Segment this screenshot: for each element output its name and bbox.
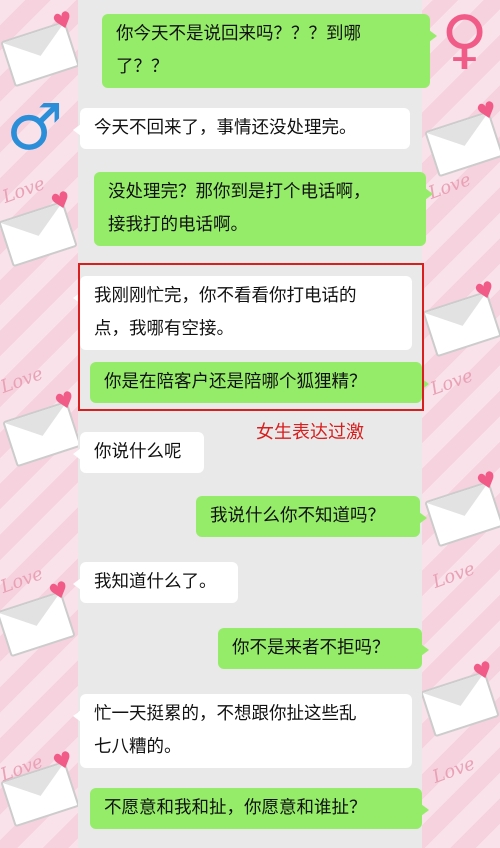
chat-message: 你不是来者不拒吗？ — [218, 628, 429, 669]
female-symbol-icon: ♀ — [441, 3, 488, 77]
chat-message: 我知道什么了。 — [73, 562, 238, 603]
annotation-text: 女生表达过激 — [256, 422, 364, 443]
chat-message: 我说什么你不知道吗？ — [196, 496, 427, 537]
envelope-icon — [0, 590, 76, 658]
envelope-icon — [424, 480, 500, 548]
love-decoration: Love — [427, 365, 476, 400]
chat-message: 忙一天挺累的，不想跟你扯这些乱 七八糟的。 — [73, 694, 412, 768]
chat-message: 没处理完？那你到是打个电话啊， 接我打的电话啊。 — [94, 172, 433, 246]
right-decoration: Love Love Love Love — [422, 0, 500, 848]
envelope-icon — [0, 20, 78, 88]
male-symbol-icon: ♂ — [6, 91, 64, 165]
highlight-box — [78, 263, 424, 411]
envelope-icon — [422, 290, 500, 358]
love-decoration: Love — [429, 558, 478, 593]
love-decoration: Love — [0, 563, 46, 598]
love-decoration: Love — [0, 363, 46, 398]
envelope-icon — [0, 200, 78, 268]
envelope-icon — [422, 670, 500, 738]
love-decoration: Love — [0, 173, 48, 208]
envelope-icon — [424, 110, 500, 178]
envelope-icon — [2, 400, 78, 468]
chat-message: 今天不回来了，事情还没处理完。 — [73, 108, 410, 149]
chat-message: 你说什么呢 — [73, 432, 204, 473]
chat-message: 不愿意和我和扯，你愿意和谁扯？ — [90, 788, 429, 829]
chat-message: 你今天不是说回来吗？？？到哪 了？？ — [102, 14, 437, 88]
love-decoration: Love — [429, 753, 478, 788]
